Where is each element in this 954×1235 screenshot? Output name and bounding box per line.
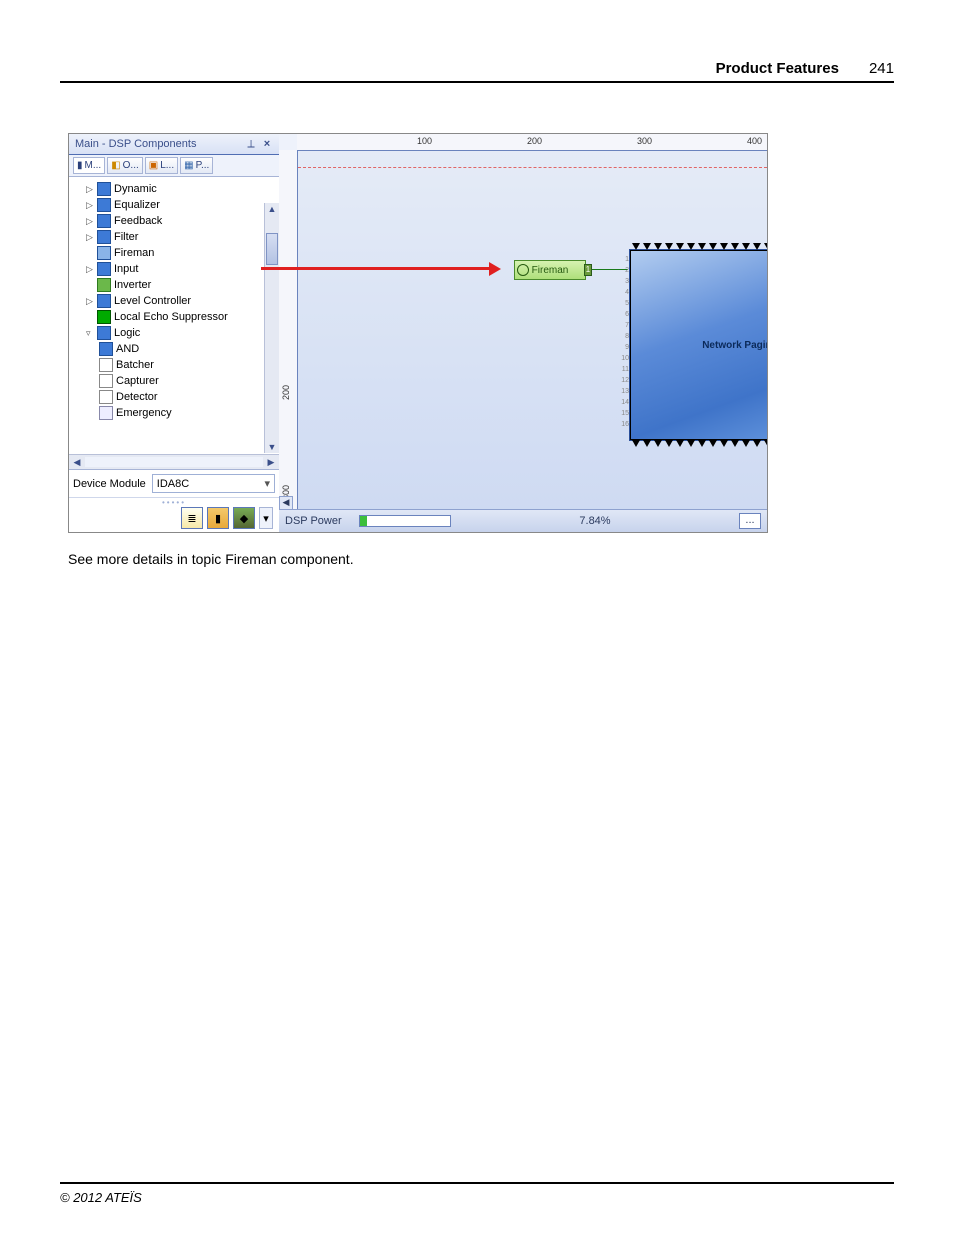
tree-item[interactable]: Detector [73,389,279,405]
tab-l[interactable]: ▣L... [145,157,178,174]
tree-hscrollbar[interactable]: ◀ ▶ [69,454,279,469]
close-icon[interactable]: × [261,138,273,150]
dsp-power-value: 7.84% [463,515,727,527]
tree-item[interactable]: ▷Filter [73,229,279,245]
panel-resize-grip[interactable]: ••••• [69,497,279,504]
node-paging-label: Network Paging [630,340,768,351]
tree-item[interactable]: Inverter [73,277,279,293]
status-options-button[interactable]: ... [739,513,761,529]
drag-arrow [261,267,491,270]
tree-vscrollbar[interactable]: ▲ ▼ [264,203,279,453]
scroll-left-icon[interactable]: ◀ [71,457,83,467]
node-fireman-label: Fireman [532,265,569,276]
ruler-horizontal: 100 200 300 400 [297,134,767,151]
status-bar: ◀ DSP Power 7.84% ... [279,509,767,532]
tool-dropdown[interactable]: ▾ [259,507,273,529]
scroll-right-icon[interactable]: ▶ [265,457,277,467]
tree-item[interactable]: Emergency [73,405,279,421]
screenshot: Main - DSP Components ⟂ × ▮M... ◧O... ▣L… [68,133,768,533]
header-page-number: 241 [869,60,894,77]
tree-item-logic[interactable]: ▿Logic [73,325,279,341]
panel-title-text: Main - DSP Components [75,138,196,150]
pin-icon[interactable]: ⟂ [245,138,257,150]
tool-btn-1[interactable]: ≣ [181,507,203,529]
node-fireman-port[interactable]: 1 [584,264,592,276]
tool-btn-2[interactable]: ▮ [207,507,229,529]
components-panel: Main - DSP Components ⟂ × ▮M... ◧O... ▣L… [69,134,280,532]
ruler-vertical: 200 300 [279,150,298,510]
scroll-thumb[interactable] [266,233,278,265]
marker-row [630,440,768,447]
tree-item[interactable]: AND [73,341,279,357]
tree-item[interactable]: Local Echo Suppressor [73,309,279,325]
tool-btn-3[interactable]: ◆ [233,507,255,529]
tab-p[interactable]: ▦P... [180,157,213,174]
status-label: DSP Power [285,515,347,527]
page-footer: © 2012 ATEÏS [60,1182,894,1205]
page-header: Product Features 241 [60,60,894,83]
paging-ports-left: 12345678910111213141516 [619,254,629,430]
ruler-corner [279,134,298,151]
scroll-down-icon[interactable]: ▼ [266,441,278,453]
scroll-up-icon[interactable]: ▲ [266,203,278,215]
tree-item[interactable]: ▷Equalizer [73,197,279,213]
guide-line [298,167,767,168]
marker-row [630,243,768,250]
dsp-power-bar [359,515,451,527]
device-module-row: Device Module IDA8C▾ [69,469,279,497]
node-network-paging[interactable]: 12345678910111213141516 M1M2M3M4M5M6M7M8… [629,249,768,441]
device-module-select[interactable]: IDA8C▾ [152,474,275,493]
tab-o[interactable]: ◧O... [107,157,143,174]
panel-toolbar: ≣ ▮ ◆ ▾ [69,504,279,532]
design-canvas[interactable]: 100 200 300 400 200 300 Fireman 1 [279,134,767,510]
tree-item-fireman[interactable]: Fireman [73,245,279,261]
component-tree: ▷Dynamic ▷Equalizer ▷Feedback ▷Filter Fi… [69,177,279,454]
tree-item[interactable]: Batcher [73,357,279,373]
tree-item[interactable]: ▷Feedback [73,213,279,229]
panel-titlebar: Main - DSP Components ⟂ × [69,134,279,155]
tree-item[interactable]: ▷Dynamic [73,181,279,197]
node-fireman[interactable]: Fireman 1 [514,260,586,280]
header-title: Product Features [716,60,839,77]
canvas-scroll-left-icon[interactable]: ◀ [279,496,293,510]
tree-item[interactable]: ▷Level Controller [73,293,279,309]
chevron-down-icon: ▾ [264,477,270,490]
tree-item[interactable]: ▷Input [73,261,279,277]
device-module-label: Device Module [73,478,146,490]
figure-caption: See more details in topic Fireman compon… [68,551,894,567]
tree-item[interactable]: Capturer [73,373,279,389]
tab-m[interactable]: ▮M... [73,157,105,174]
panel-tabs: ▮M... ◧O... ▣L... ▦P... [69,155,279,177]
